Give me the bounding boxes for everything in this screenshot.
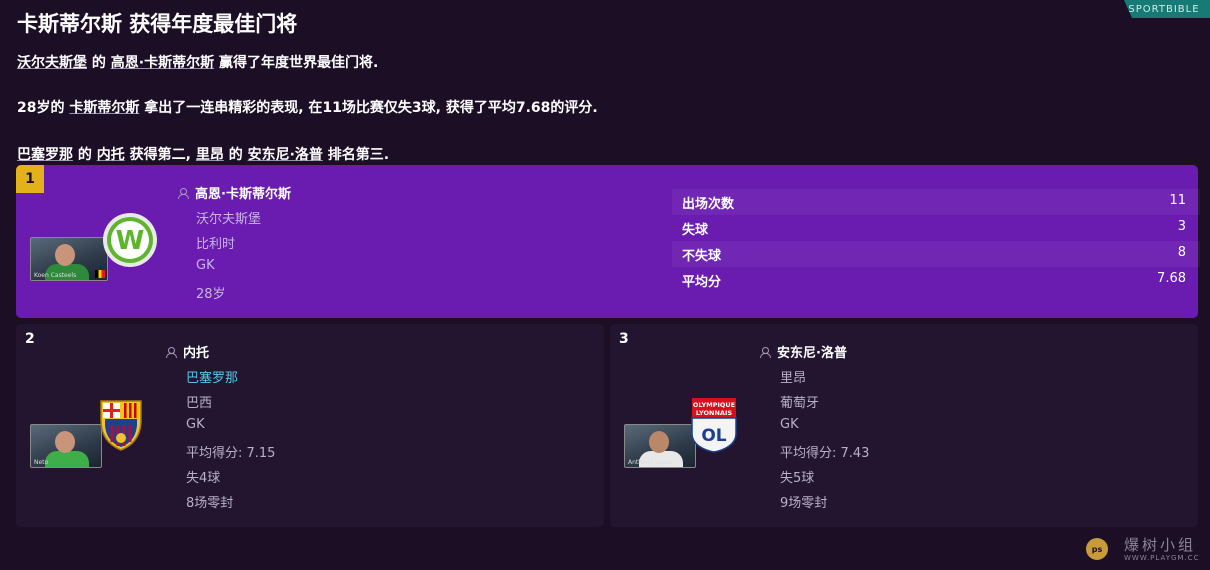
badge-letters: OL	[701, 426, 726, 446]
rank-badge: 1	[16, 165, 44, 193]
position: GK	[780, 417, 799, 432]
player-name[interactable]: 高恩·卡斯蒂尔斯	[178, 183, 291, 202]
person-icon	[760, 346, 771, 358]
photo-caption: Koen Casteels	[34, 272, 77, 279]
stat-value: 8	[1177, 245, 1186, 260]
club-name[interactable]: 巴塞罗那	[186, 367, 238, 386]
stat-label: 出场次数	[682, 197, 735, 212]
watermark-url: WWW.PLAYGM.CC	[1124, 554, 1200, 562]
club-link[interactable]: 沃尔夫斯堡	[17, 55, 87, 71]
average-rating: 平均得分: 7.43	[780, 446, 870, 461]
player-link[interactable]: 高恩·卡斯蒂尔斯	[111, 55, 214, 71]
photo-caption: Neto	[34, 459, 49, 466]
position: GK	[186, 417, 205, 432]
goals-conceded: 失5球	[780, 471, 815, 486]
player-photo[interactable]: Neto	[30, 424, 102, 468]
badge-text-top: OLYMPIQUE	[693, 401, 735, 409]
watermark-text: 爆树小组	[1124, 536, 1197, 554]
player-photo[interactable]: Anthony Lopes	[624, 424, 696, 468]
player-name[interactable]: 安东尼·洛普	[760, 342, 847, 361]
average-rating: 平均得分: 7.15	[186, 446, 276, 461]
stat-row: 不失球 8	[672, 241, 1200, 267]
stat-row: 出场次数 11	[672, 189, 1200, 215]
flag-icon	[95, 270, 105, 278]
goals-conceded: 失4球	[186, 471, 221, 486]
clean-sheets: 8场零封	[186, 496, 234, 511]
nationality: 葡萄牙	[780, 396, 820, 411]
wolfsburg-crest-icon: W	[103, 213, 157, 267]
badge-text-bottom: LYONNAIS	[696, 409, 732, 417]
player-link[interactable]: 卡斯蒂尔斯	[69, 100, 139, 116]
club-link[interactable]: 里昂	[196, 147, 224, 163]
photo-caption: Anthony Lopes	[628, 459, 673, 466]
winner-card: 1 Koen Casteels W 高恩·卡斯蒂尔斯 沃尔夫斯堡 比利时 GK …	[16, 165, 1200, 318]
watermark-logo-icon: ps	[1086, 538, 1108, 560]
player-name[interactable]: 内托	[166, 342, 209, 361]
barcelona-crest-icon	[100, 400, 142, 451]
position: GK	[196, 258, 215, 273]
text: 的	[223, 147, 248, 163]
text: 排名第三.	[322, 147, 390, 163]
person-icon	[178, 187, 189, 199]
stat-value: 7.68	[1157, 271, 1186, 286]
name-text: 内托	[183, 346, 210, 361]
player-link[interactable]: 安东尼·洛普	[248, 147, 323, 163]
nationality: 比利时	[196, 237, 236, 252]
text: 的	[87, 55, 111, 71]
club-name[interactable]: 里昂	[780, 367, 806, 386]
club-link[interactable]: 巴塞罗那	[17, 147, 73, 163]
lyon-crest-icon: OLYMPIQUE LYONNAIS OL	[691, 398, 737, 453]
watermark: ps 爆树小组 WWW.PLAYGM.CC	[1086, 532, 1206, 568]
nationality: 巴西	[186, 396, 213, 411]
second-place-card: 2 Neto 内托 巴塞罗那 巴西 GK 平均得分: 7.15 失4球 8场零封	[16, 324, 604, 527]
clean-sheets: 9场零封	[780, 496, 828, 511]
svg-text:W: W	[116, 226, 145, 256]
stat-label: 不失球	[682, 249, 722, 264]
source-tag: SPORTBIBLE	[1124, 0, 1210, 18]
club-name[interactable]: 沃尔夫斯堡	[196, 208, 261, 227]
stat-value: 3	[1177, 219, 1186, 234]
text: 拿出了一连串精彩的表现, 在11场比赛仅失3球, 获得了平均7.68的评分.	[139, 100, 598, 116]
age: 28岁	[196, 287, 226, 302]
stat-row: 失球 3	[672, 215, 1200, 241]
player-link[interactable]: 内托	[97, 147, 125, 163]
news-paragraph-2: 28岁的 卡斯蒂尔斯 拿出了一连串精彩的表现, 在11场比赛仅失3球, 获得了平…	[17, 97, 598, 117]
rank-number: 2	[25, 331, 35, 347]
text: 28岁的	[17, 100, 70, 116]
rank-number: 3	[619, 331, 629, 347]
player-photo[interactable]: Koen Casteels	[30, 237, 108, 281]
name-text: 高恩·卡斯蒂尔斯	[195, 187, 291, 202]
news-paragraph-3: 巴塞罗那 的 内托 获得第二, 里昂 的 安东尼·洛普 排名第三.	[17, 144, 389, 164]
text: 赢得了年度世界最佳门将.	[214, 55, 379, 71]
stat-value: 11	[1169, 193, 1186, 208]
page-title: 卡斯蒂尔斯 获得年度最佳门将	[17, 12, 298, 36]
text: 的	[73, 147, 97, 163]
name-text: 安东尼·洛普	[777, 346, 847, 361]
person-icon	[166, 346, 177, 358]
stat-label: 平均分	[682, 275, 722, 290]
stat-label: 失球	[682, 223, 709, 238]
text: 获得第二,	[124, 147, 196, 163]
third-place-card: 3 Anthony Lopes OLYMPIQUE LYONNAIS OL 安东…	[610, 324, 1198, 527]
news-paragraph-1: 沃尔夫斯堡 的 高恩·卡斯蒂尔斯 赢得了年度世界最佳门将.	[17, 52, 378, 72]
stat-row: 平均分 7.68	[672, 267, 1200, 293]
